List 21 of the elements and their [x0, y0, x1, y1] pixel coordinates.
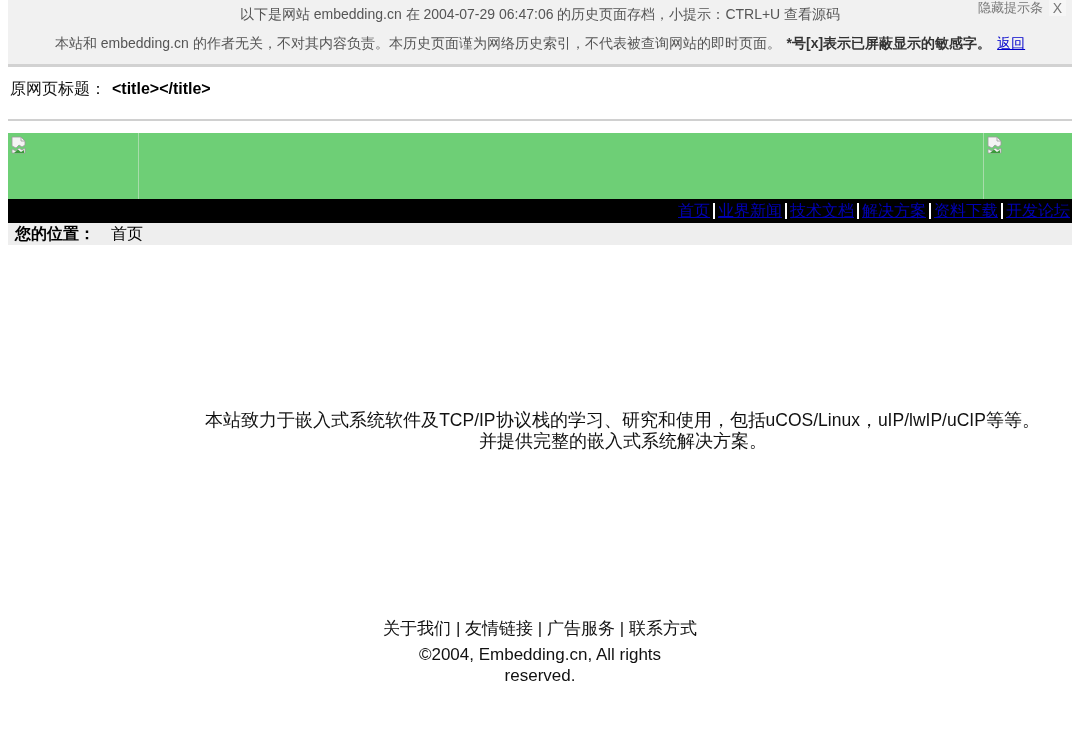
- footer-links-text: 关于我们 | 友情链接 | 广告服务 | 联系方式: [383, 618, 697, 639]
- copyright-text: ©2004, Embedding.cn, All rights reserved.: [417, 644, 663, 686]
- nav-link[interactable]: 解决方案: [862, 201, 926, 221]
- broken-image-icon: [11, 136, 27, 154]
- page-title-value: <title></title>: [112, 79, 211, 99]
- disclaimer-text: 本站和 embedding.cn 的作者无关，不对其内容负责。本历史页面谨为网络历史索引，不代表被查询网站的即时页面。 *号[x]表示已屏蔽显示的敏感字。: [54, 34, 992, 52]
- broken-image-icon: [987, 136, 1003, 154]
- nav-link[interactable]: 首页: [678, 201, 710, 221]
- breadcrumb-label: 您的位置：: [15, 223, 95, 244]
- intro-text: 并提供完整的嵌入式系统解决方案。: [477, 431, 768, 452]
- page-title-label: 原网页标题：: [10, 79, 106, 99]
- nav-link[interactable]: 开发论坛: [1006, 201, 1070, 221]
- intro-text: 本站致力于嵌入式系统软件及TCP/IP协议栈的学习、研究和使用，包括uCOS/Linux，uIP/lwIP/uCIP等等。: [204, 410, 1041, 431]
- archive-notice-text: 以下是网站 embedding.cn 在 2004-07-29 06:47:06 的历史页面存档，小提示：CTRL+U 查看源码: [239, 5, 841, 23]
- breadcrumb-current: 首页: [111, 223, 143, 244]
- back-link[interactable]: 返回: [997, 34, 1026, 52]
- nav-link[interactable]: 业界新闻: [718, 201, 782, 221]
- hide-notice-link[interactable]: 隐藏提示条: [977, 0, 1043, 16]
- close-button[interactable]: X: [1048, 0, 1066, 16]
- nav-link[interactable]: 技术文档: [790, 201, 854, 221]
- nav-link[interactable]: 资料下载: [934, 201, 998, 221]
